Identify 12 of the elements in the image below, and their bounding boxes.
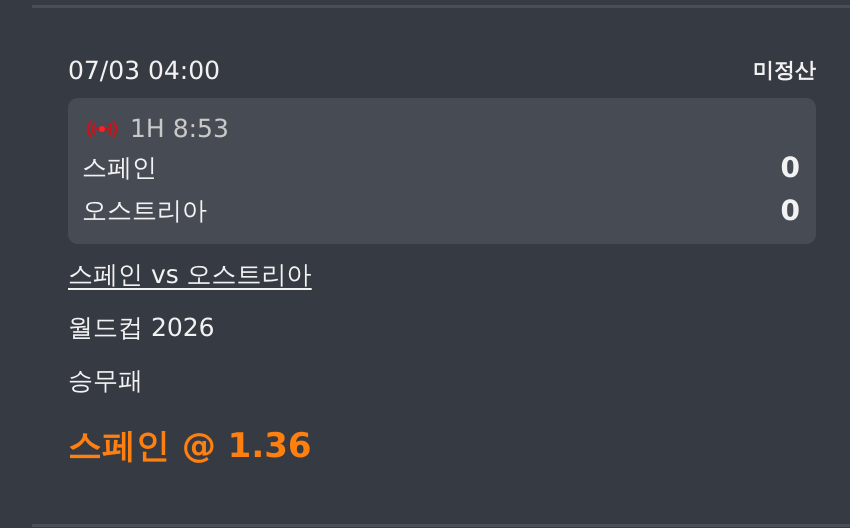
match-datetime: 07/03 04:00 <box>68 55 220 87</box>
match-clock: 8:53 <box>172 112 229 144</box>
team-score: 0 <box>780 192 800 228</box>
team-name: 스페인 <box>82 152 157 184</box>
settlement-status: 미정산 <box>753 57 816 84</box>
bet-selection-odds: 스페인 @ 1.36 <box>68 426 312 466</box>
team-name: 오스트리아 <box>82 194 207 226</box>
league-name: 월드컵 2026 <box>68 312 215 342</box>
match-period: 1H <box>130 112 165 144</box>
bet-market: 승무패 <box>68 366 143 394</box>
team-score: 0 <box>780 150 800 186</box>
match-link[interactable]: 스페인 vs 오스트리아 <box>68 260 312 288</box>
